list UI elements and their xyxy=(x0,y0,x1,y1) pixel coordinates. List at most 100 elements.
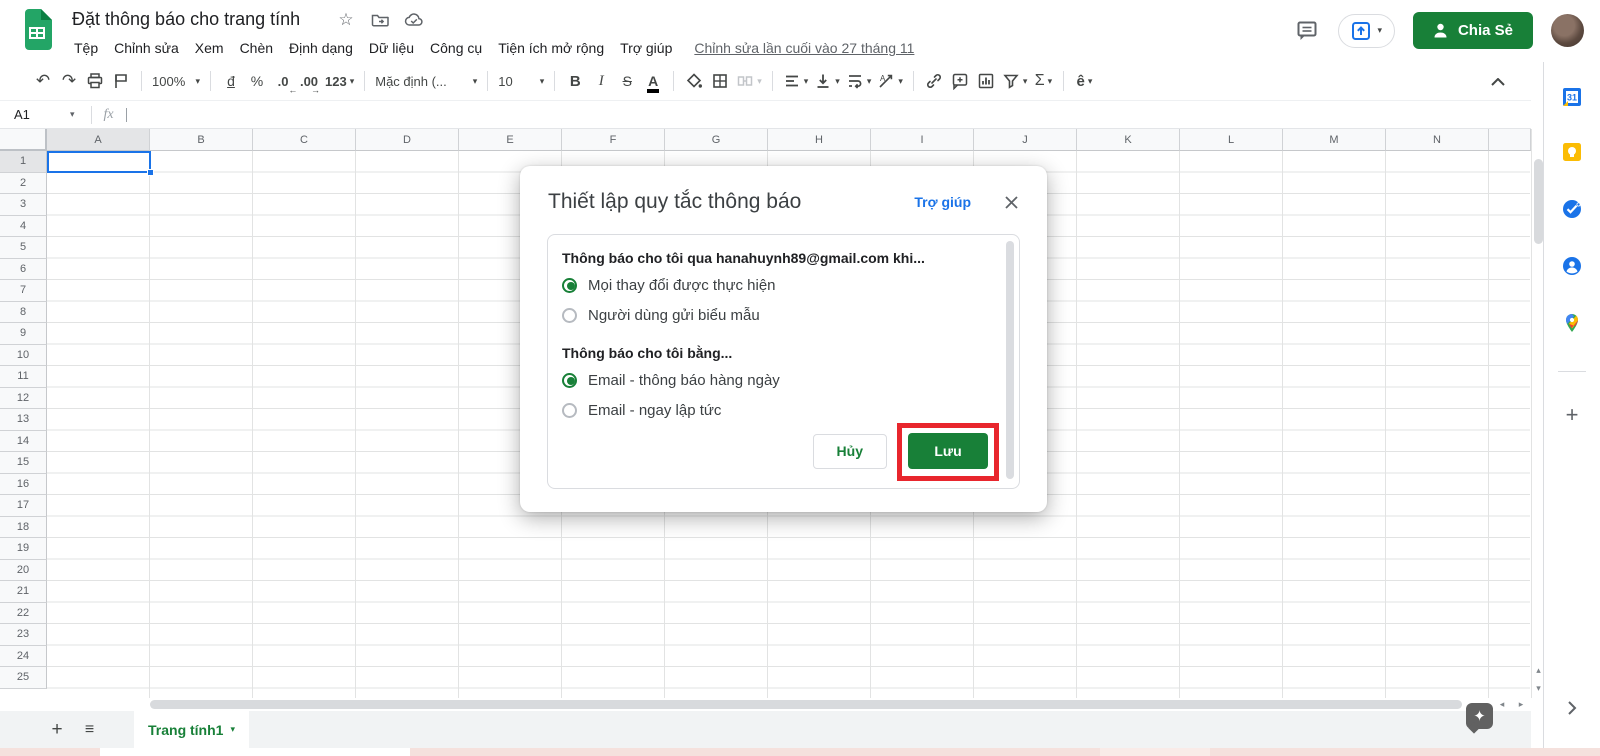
formula-input-cursor[interactable] xyxy=(125,107,127,122)
fill-handle[interactable] xyxy=(147,169,154,176)
column-header-k[interactable]: K xyxy=(1077,129,1180,151)
column-header-l[interactable]: L xyxy=(1180,129,1283,151)
menu-định-dạng[interactable]: Định dạng xyxy=(281,38,361,58)
row-header-8[interactable]: 8 xyxy=(0,301,47,323)
italic-button[interactable]: I xyxy=(588,68,614,94)
bold-button[interactable]: B xyxy=(562,68,588,94)
row-header-5[interactable]: 5 xyxy=(0,237,47,259)
text-rotation-button[interactable]: A ▾ xyxy=(874,68,906,94)
move-folder-icon[interactable] xyxy=(370,10,390,30)
menu-công-cụ[interactable]: Công cụ xyxy=(422,38,490,58)
column-header-h[interactable]: H xyxy=(768,129,871,151)
close-icon[interactable] xyxy=(1001,192,1021,212)
format-currency-button[interactable]: đ xyxy=(218,68,244,94)
paint-format-button[interactable] xyxy=(108,68,134,94)
row-header-13[interactable]: 13 xyxy=(0,409,47,431)
row-header-18[interactable]: 18 xyxy=(0,516,47,538)
collapse-toolbar-icon[interactable] xyxy=(1486,70,1510,94)
row-header-12[interactable]: 12 xyxy=(0,387,47,409)
row-header-20[interactable]: 20 xyxy=(0,559,47,581)
radio-unselected-icon[interactable] xyxy=(562,307,577,323)
row-header-22[interactable]: 22 xyxy=(0,602,47,624)
borders-button[interactable] xyxy=(707,68,733,94)
add-sheet-button[interactable]: + xyxy=(44,719,70,741)
text-wrap-button[interactable]: ▾ xyxy=(843,68,875,94)
insert-link-button[interactable] xyxy=(921,68,947,94)
contacts-icon[interactable] xyxy=(1562,256,1582,276)
row-header-10[interactable]: 10 xyxy=(0,344,47,366)
column-header-a[interactable]: A xyxy=(47,129,150,151)
column-header-c[interactable]: C xyxy=(253,129,356,151)
cloud-status-icon[interactable] xyxy=(404,10,424,30)
row-header-25[interactable]: 25 xyxy=(0,667,47,689)
keep-icon[interactable] xyxy=(1562,142,1582,162)
print-button[interactable] xyxy=(82,68,108,94)
menu-chèn[interactable]: Chèn xyxy=(232,38,281,58)
star-icon[interactable]: ☆ xyxy=(336,10,356,30)
menu-tiện-ích-mở-rộng[interactable]: Tiện ích mở rộng xyxy=(490,38,612,58)
row-header-15[interactable]: 15 xyxy=(0,452,47,474)
name-box-chevron-icon[interactable]: ▾ xyxy=(70,109,75,120)
strikethrough-button[interactable]: S xyxy=(614,68,640,94)
row-header-16[interactable]: 16 xyxy=(0,473,47,495)
radio-unselected-icon[interactable] xyxy=(562,402,577,418)
document-title[interactable]: Đặt thông báo cho trang tính xyxy=(72,9,300,30)
radio-option[interactable]: Người dùng gửi biểu mẫu xyxy=(562,300,1005,330)
row-header-2[interactable]: 2 xyxy=(0,172,47,194)
row-header-17[interactable]: 17 xyxy=(0,495,47,517)
all-sheets-button[interactable]: ≡ xyxy=(76,721,102,739)
menu-dữ-liệu[interactable]: Dữ liệu xyxy=(361,38,422,58)
radio-option[interactable]: Email - ngay lập tức xyxy=(562,395,1005,425)
row-header-14[interactable]: 14 xyxy=(0,430,47,452)
row-header-23[interactable]: 23 xyxy=(0,624,47,646)
sheet-tab-menu-icon[interactable]: ▾ xyxy=(230,724,235,735)
vertical-align-button[interactable]: ▾ xyxy=(811,68,843,94)
filter-button[interactable]: ▾ xyxy=(999,68,1031,94)
scroll-right-icon[interactable]: ▸ xyxy=(1513,698,1529,711)
comment-history-icon[interactable] xyxy=(1294,18,1320,44)
more-formats-button[interactable]: 123 ▾ xyxy=(322,68,357,94)
font-select[interactable]: Mặc định (... ▾ xyxy=(372,68,480,94)
name-box[interactable]: A1 xyxy=(0,107,70,122)
column-header-m[interactable]: M xyxy=(1283,129,1386,151)
add-addon-icon[interactable]: + xyxy=(1566,402,1579,428)
horizontal-align-button[interactable]: ▾ xyxy=(780,68,812,94)
decrease-decimal-button[interactable]: .0 ← xyxy=(270,68,298,95)
row-header-4[interactable]: 4 xyxy=(0,215,47,237)
radio-selected-icon[interactable] xyxy=(562,277,577,293)
sheets-logo-icon[interactable] xyxy=(22,9,52,50)
text-color-button[interactable]: A xyxy=(640,68,666,94)
row-header-19[interactable]: 19 xyxy=(0,538,47,560)
merge-cells-button[interactable]: ▾ xyxy=(733,68,765,94)
input-tools-button[interactable]: ê ▾ xyxy=(1071,68,1097,94)
increase-decimal-button[interactable]: .00 → xyxy=(296,68,322,95)
column-header-partial[interactable] xyxy=(1489,129,1531,151)
row-header-9[interactable]: 9 xyxy=(0,323,47,345)
functions-button[interactable]: Σ ▾ xyxy=(1030,68,1056,94)
select-all-corner[interactable] xyxy=(0,129,47,151)
undo-button[interactable]: ↶ xyxy=(30,68,56,94)
radio-option[interactable]: Mọi thay đổi được thực hiện xyxy=(562,270,1005,300)
fill-color-button[interactable] xyxy=(681,68,707,94)
upload-dropdown-button[interactable]: ▾ xyxy=(1338,13,1395,48)
row-header-21[interactable]: 21 xyxy=(0,581,47,603)
insert-chart-button[interactable] xyxy=(973,68,999,94)
radio-selected-icon[interactable] xyxy=(562,372,577,388)
cancel-button[interactable]: Hủy xyxy=(812,433,887,469)
font-size-select[interactable]: 10 ▾ xyxy=(495,68,547,94)
row-header-7[interactable]: 7 xyxy=(0,280,47,302)
horizontal-scrollbar[interactable]: ◂ ▸ xyxy=(0,698,1531,711)
column-header-j[interactable]: J xyxy=(974,129,1077,151)
selected-cell-a1[interactable] xyxy=(47,151,151,173)
format-percent-button[interactable]: % xyxy=(244,68,270,94)
redo-button[interactable]: ↷ xyxy=(56,68,82,94)
column-header-b[interactable]: B xyxy=(150,129,253,151)
insert-comment-button[interactable] xyxy=(947,68,973,94)
column-header-i[interactable]: I xyxy=(871,129,974,151)
row-header-1[interactable]: 1 xyxy=(0,151,47,173)
column-header-g[interactable]: G xyxy=(665,129,768,151)
column-header-d[interactable]: D xyxy=(356,129,459,151)
horizontal-scrollbar-thumb[interactable] xyxy=(150,700,1462,709)
save-button[interactable]: Lưu xyxy=(908,433,988,469)
menu-chỉnh-sửa[interactable]: Chỉnh sửa xyxy=(106,38,187,58)
